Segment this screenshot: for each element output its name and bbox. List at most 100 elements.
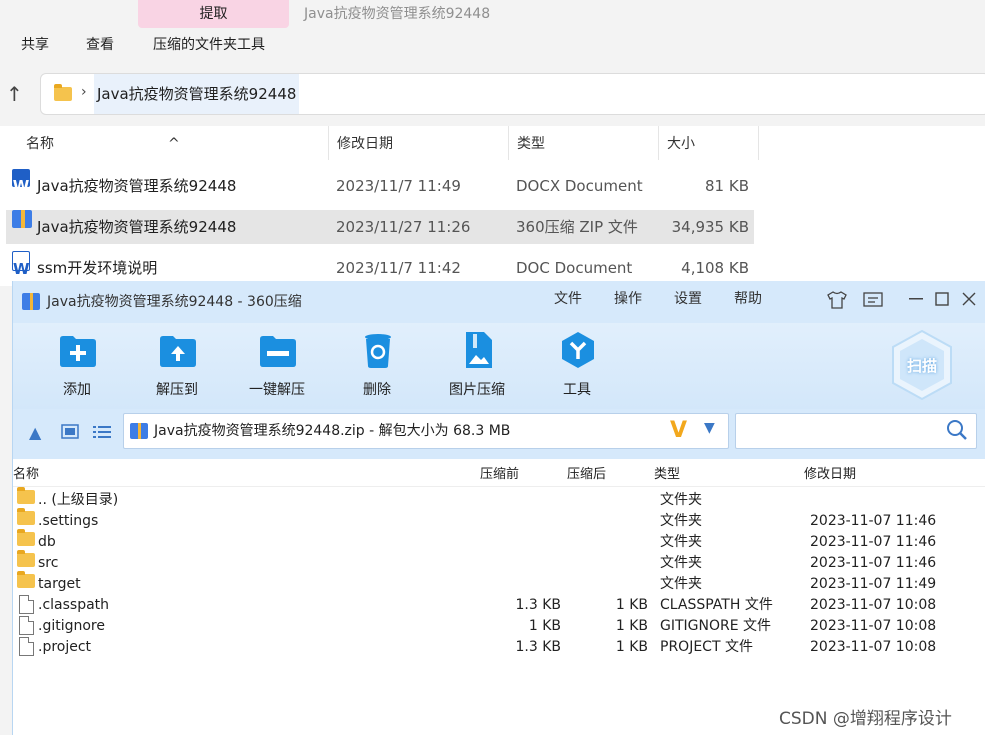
delete-button[interactable]: 删除	[337, 329, 417, 405]
file-name: ssm开发环境说明	[37, 259, 158, 277]
zip-column-headers: 名称 压缩前 压缩后 类型 修改日期	[13, 463, 985, 487]
file-date: 2023/11/27 11:26	[336, 218, 471, 236]
column-type[interactable]: 类型	[509, 126, 659, 160]
image-compress-button[interactable]: 图片压缩	[437, 329, 517, 405]
zip-column-type[interactable]: 类型	[654, 463, 680, 487]
zip-path-bar[interactable]: Java抗疫物资管理系统92448.zip - 解包大小为 68.3 MB V …	[123, 413, 729, 449]
column-size[interactable]: 大小	[659, 126, 759, 160]
entry-date: 2023-11-07 10:08	[810, 597, 937, 613]
zip-search-box[interactable]	[735, 413, 977, 449]
file-date: 2023/11/7 11:49	[336, 177, 461, 195]
explorer-window-title: Java抗疫物资管理系统92448	[304, 6, 491, 22]
entry-type: CLASSPATH 文件	[660, 597, 773, 613]
zip-column-before[interactable]: 压缩前	[480, 463, 519, 487]
column-date[interactable]: 修改日期	[329, 126, 509, 160]
zip-column-after[interactable]: 压缩后	[567, 463, 606, 487]
entry-name: .project	[38, 639, 92, 655]
extract-to-button[interactable]: 解压到	[137, 329, 217, 405]
zip-window-title: Java抗疫物资管理系统92448 - 360压缩	[47, 294, 302, 310]
menu-help[interactable]: 帮助	[734, 281, 762, 317]
folder-icon	[54, 84, 72, 101]
file-size: 81 KB	[705, 177, 749, 195]
search-icon[interactable]	[946, 419, 968, 441]
entry-date: 2023-11-07 10:08	[810, 639, 937, 655]
zip-column-date[interactable]: 修改日期	[804, 463, 856, 487]
entry-date: 2023-11-07 11:46	[810, 534, 937, 550]
explorer-column-headers: 名称 ^ 修改日期 类型 大小	[0, 126, 760, 160]
entry-type: 文件夹	[660, 513, 702, 529]
file-name: Java抗疫物资管理系统92448	[37, 218, 237, 236]
one-click-extract-button[interactable]: 一键解压	[237, 329, 317, 405]
one-click-extract-label: 一键解压	[249, 382, 305, 398]
list-view-icon[interactable]	[93, 424, 111, 439]
explorer-tab-strip: 提取 Java抗疫物资管理系统92448	[0, 0, 985, 30]
up-arrow-icon[interactable]: ↑	[6, 82, 23, 106]
add-folder-icon	[60, 336, 96, 367]
zip-search-input[interactable]	[740, 417, 940, 445]
folder-icon	[17, 529, 35, 546]
menu-settings[interactable]: 设置	[674, 281, 702, 317]
maximize-icon[interactable]	[935, 292, 949, 306]
entry-name: .classpath	[38, 597, 110, 613]
menu-file[interactable]: 文件	[554, 281, 582, 317]
zip-entry-row[interactable]: .. (上级目录) 文件夹	[13, 487, 985, 511]
file-name: Java抗疫物资管理系统92448	[37, 177, 237, 195]
address-breadcrumb[interactable]: Java抗疫物资管理系统92448	[94, 74, 300, 114]
zip-entry-row[interactable]: .project 1.3 KB 1 KB PROJECT 文件 2023-11-…	[13, 637, 985, 658]
zip-toolbar: 添加 解压到 一键解压 删除 图片压缩 工具 扫描	[13, 323, 985, 409]
address-bar[interactable]: › Java抗疫物资管理系统92448	[40, 73, 985, 115]
file-row-selected[interactable]: Java抗疫物资管理系统92448 2023/11/27 11:26 360压缩…	[6, 210, 754, 244]
feedback-icon[interactable]	[863, 292, 883, 308]
menu-share[interactable]: 共享	[21, 32, 49, 58]
zip-address-row: ▲ Java抗疫物资管理系统92448.zip - 解包大小为 68.3 MB …	[13, 409, 985, 459]
tools-button[interactable]: 工具	[537, 329, 617, 405]
zip-entry-row[interactable]: .classpath 1.3 KB 1 KB CLASSPATH 文件 2023…	[13, 595, 985, 616]
entry-size-after: 1 KB	[615, 618, 648, 634]
up-level-icon[interactable]: ▲	[29, 423, 41, 442]
sort-up-icon: ^	[168, 136, 180, 152]
zip-entry-row[interactable]: .gitignore 1 KB 1 KB GITIGNORE 文件 2023-1…	[13, 616, 985, 637]
v-logo-icon[interactable]: V	[670, 418, 687, 443]
menu-compressed-folder-tools[interactable]: 压缩的文件夹工具	[153, 32, 265, 58]
entry-name: db	[38, 534, 56, 550]
menu-view[interactable]: 查看	[86, 32, 114, 58]
explorer-file-list: 名称 ^ 修改日期 类型 大小 W Java抗疫物资管理系统92448 2023…	[0, 126, 985, 286]
file-icon	[19, 616, 34, 635]
folder-icon	[17, 571, 35, 588]
file-type: 360压缩 ZIP 文件	[516, 218, 638, 236]
entry-type: GITIGNORE 文件	[660, 618, 772, 634]
tools-hex-icon	[562, 332, 594, 368]
entry-name: .. (上级目录)	[38, 492, 119, 508]
zip-entry-row[interactable]: db 文件夹 2023-11-07 11:46	[13, 529, 985, 553]
dropdown-triangle-icon[interactable]: ▼	[704, 420, 715, 436]
zip-archive-icon	[12, 210, 32, 228]
zip-title-bar: Java抗疫物资管理系统92448 - 360压缩 文件 操作 设置 帮助	[13, 281, 985, 323]
zip-entry-row[interactable]: .settings 文件夹 2023-11-07 11:46	[13, 508, 985, 532]
file-size: 4,108 KB	[681, 259, 749, 277]
zip-entry-row[interactable]: target 文件夹 2023-11-07 11:49	[13, 571, 985, 595]
close-icon[interactable]	[962, 292, 976, 306]
skin-shirt-icon[interactable]	[827, 291, 847, 309]
word-docx-icon: W	[12, 169, 30, 195]
zip-window: Java抗疫物资管理系统92448 - 360压缩 文件 操作 设置 帮助 添加…	[12, 281, 985, 735]
entry-date: 2023-11-07 11:49	[810, 576, 937, 592]
tab-extract[interactable]: 提取	[138, 0, 289, 28]
entry-type: 文件夹	[660, 534, 702, 550]
entry-size-after: 1 KB	[615, 639, 648, 655]
scan-button[interactable]: 扫描	[889, 329, 955, 401]
file-row[interactable]: W ssm开发环境说明 2023/11/7 11:42 DOC Document…	[6, 251, 754, 285]
recycle-bin-icon	[365, 334, 391, 368]
delete-label: 删除	[363, 382, 391, 398]
minimize-icon[interactable]	[909, 298, 923, 300]
file-row[interactable]: W Java抗疫物资管理系统92448 2023/11/7 11:49 DOCX…	[6, 169, 754, 203]
zip-entry-row[interactable]: src 文件夹 2023-11-07 11:46	[13, 550, 985, 574]
folder-icon	[17, 508, 35, 525]
zip-column-name[interactable]: 名称	[13, 463, 39, 487]
chevron-right-icon[interactable]: ›	[81, 84, 87, 100]
entry-size-after: 1 KB	[615, 597, 648, 613]
word-doc-icon: W	[12, 251, 30, 278]
menu-operate[interactable]: 操作	[614, 281, 642, 317]
thumbnail-view-icon[interactable]	[61, 424, 79, 439]
zip-app-icon	[22, 293, 40, 310]
add-button[interactable]: 添加	[37, 329, 117, 405]
